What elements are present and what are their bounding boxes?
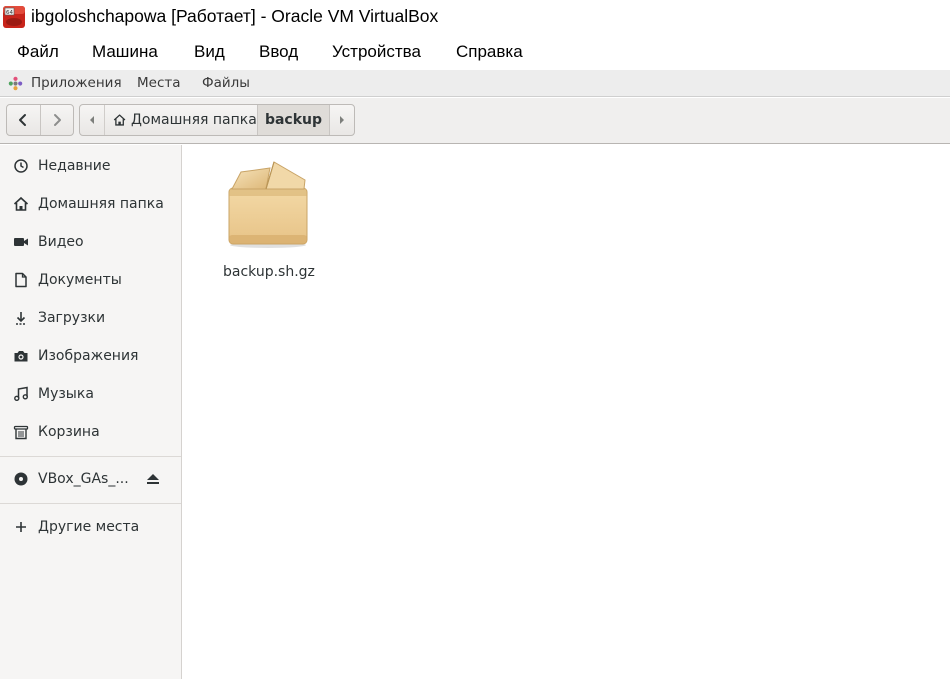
path-bar: Домашняя папка backup [79, 104, 355, 136]
sidebar-item-label: Недавние [38, 158, 111, 174]
svg-text:64: 64 [6, 10, 13, 16]
panel-files-app[interactable]: Файлы [202, 75, 250, 91]
navigation-buttons [6, 104, 74, 136]
document-icon [13, 272, 29, 288]
sidebar-item-trash[interactable]: Корзина [0, 414, 181, 450]
menu-machine[interactable]: Машина [92, 42, 158, 62]
file-name: backup.sh.gz [223, 264, 315, 280]
path-scroll-left-button[interactable] [80, 105, 105, 135]
music-icon [13, 386, 29, 402]
chevron-left-icon [19, 114, 27, 126]
chevron-right-icon [53, 114, 61, 126]
home-icon [13, 196, 29, 212]
menu-devices[interactable]: Устройства [332, 42, 421, 62]
forward-button[interactable] [39, 105, 73, 135]
clock-icon [13, 158, 29, 174]
sidebar-item-label: VBox_GAs_... [38, 471, 129, 487]
file-manager-headerbar: Домашняя папка backup [0, 98, 950, 144]
plus-icon [13, 519, 29, 535]
sidebar-item-downloads[interactable]: Загрузки [0, 300, 181, 336]
home-icon [113, 114, 126, 126]
camera-icon [13, 348, 29, 364]
panel-applications-menu[interactable]: Приложения [31, 75, 122, 91]
small-arrow-right-icon [340, 116, 345, 124]
sidebar-separator [0, 503, 181, 504]
sidebar-item-label: Загрузки [38, 310, 106, 326]
eject-icon [147, 474, 159, 484]
sidebar-item-label: Домашняя папка [38, 196, 164, 212]
sidebar-item-label: Документы [38, 272, 122, 288]
places-sidebar: Недавние Домашняя папка Видео Документы … [0, 145, 182, 679]
breadcrumb-current-label: backup [264, 112, 323, 128]
sidebar-item-pictures[interactable]: Изображения [0, 338, 181, 374]
sidebar-item-videos[interactable]: Видео [0, 224, 181, 260]
menu-view[interactable]: Вид [194, 42, 225, 62]
breadcrumb-current[interactable]: backup [257, 105, 330, 135]
breadcrumb-home[interactable]: Домашняя папка [105, 105, 258, 135]
sidebar-item-documents[interactable]: Документы [0, 262, 181, 298]
breadcrumb-home-label: Домашняя папка [130, 112, 257, 128]
file-item[interactable]: backup.sh.gz [223, 155, 315, 280]
gnome-top-panel: Приложения Места Файлы [0, 70, 950, 97]
window-titlebar: 64 ibgoloshchapowa [Работает] - Oracle V… [0, 0, 950, 34]
download-icon [13, 310, 29, 326]
sidebar-item-label: Корзина [38, 424, 100, 440]
sidebar-separator [0, 456, 181, 457]
back-button[interactable] [7, 105, 40, 135]
menu-help[interactable]: Справка [456, 42, 523, 62]
window-title: ibgoloshchapowa [Работает] - Oracle VM V… [31, 6, 439, 26]
sidebar-item-label: Видео [38, 234, 84, 250]
sidebar-item-label: Музыка [38, 386, 94, 402]
vbox-menubar: Файл Машина Вид Ввод Устройства Справка [0, 34, 950, 70]
disc-icon [13, 471, 29, 487]
panel-places-menu[interactable]: Места [137, 75, 181, 91]
eject-button[interactable] [144, 470, 162, 488]
menu-input[interactable]: Ввод [259, 42, 298, 62]
sidebar-item-label: Другие места [38, 519, 140, 535]
file-view[interactable]: backup.sh.gz [183, 145, 950, 679]
sidebar-item-home[interactable]: Домашняя папка [0, 186, 181, 222]
path-scroll-right-button[interactable] [329, 105, 354, 135]
menu-file[interactable]: Файл [17, 42, 59, 62]
sidebar-item-music[interactable]: Музыка [0, 376, 181, 412]
small-arrow-left-icon [89, 116, 94, 124]
sidebar-item-other-locations[interactable]: Другие места [0, 509, 181, 545]
sidebar-item-label: Изображения [38, 348, 139, 364]
trash-icon [13, 424, 29, 440]
video-icon [13, 234, 29, 250]
package-icon [228, 161, 308, 248]
virtualbox-icon: 64 [3, 6, 25, 28]
sidebar-item-recent[interactable]: Недавние [0, 148, 181, 184]
sidebar-item-device[interactable]: VBox_GAs_... [0, 461, 181, 497]
applications-icon [8, 76, 23, 91]
